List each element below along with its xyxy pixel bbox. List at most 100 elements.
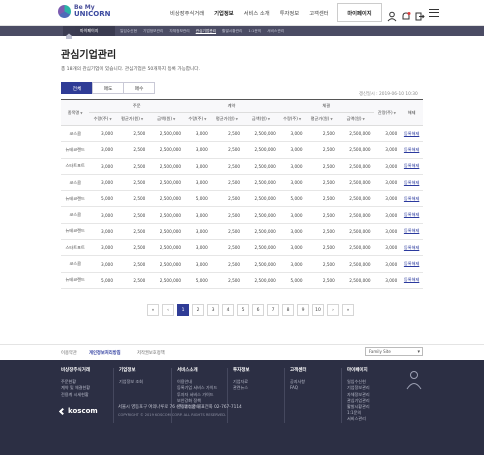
menu-icon[interactable]: [429, 8, 439, 17]
footer-column-title[interactable]: 기업정보: [119, 368, 143, 374]
page-number-button[interactable]: 1: [177, 304, 189, 316]
tab-item[interactable]: 매도: [92, 82, 124, 94]
sort-icon[interactable]: ▼: [236, 117, 238, 121]
sub-header[interactable]: 평균가(원)▼: [305, 112, 338, 126]
cell-qty: 3,000: [278, 158, 306, 175]
footer-column-title[interactable]: 고객센터: [290, 368, 307, 374]
footer-column-title[interactable]: 마이페이지: [347, 368, 370, 374]
menu-item[interactable]: 기업정보: [214, 9, 234, 17]
sort-icon[interactable]: ▼: [204, 117, 206, 121]
cell-qty: 3,000: [89, 239, 116, 257]
footer-column-link[interactable]: 자체정보관리: [347, 392, 370, 398]
menu-item[interactable]: 비상장주식거래: [170, 9, 204, 17]
cell-qty: 3,000: [89, 158, 116, 175]
page-number-button[interactable]: 7: [267, 304, 279, 316]
footer-column-title[interactable]: 투자정보: [233, 368, 250, 374]
sub-header-label: 금액(원): [157, 116, 172, 121]
sub-header[interactable]: 금액(원)▼: [243, 112, 279, 126]
sort-icon[interactable]: ▼: [109, 117, 111, 121]
page-number-button[interactable]: 4: [222, 304, 234, 316]
page-number-button[interactable]: 2: [192, 304, 204, 316]
sub-header[interactable]: 수량(주)▼: [89, 112, 116, 126]
footer-column-link[interactable]: 관련뉴스: [233, 385, 250, 391]
unregister-link[interactable]: 등록해제: [404, 228, 419, 233]
unregister-link[interactable]: 등록해제: [404, 147, 419, 152]
subnav-item[interactable]: 활발시황관리: [222, 29, 242, 34]
page-number-button[interactable]: 6: [252, 304, 264, 316]
footer-column-link[interactable]: 계약 및 체결현황: [61, 385, 90, 391]
page-number-button[interactable]: 5: [237, 304, 249, 316]
footer-link-privacy[interactable]: 개인정보처리방침: [89, 350, 121, 356]
tab-item[interactable]: 매수: [123, 82, 155, 94]
sort-icon[interactable]: ▼: [80, 111, 82, 115]
sub-header[interactable]: 수량(주)▼: [278, 112, 306, 126]
next-page-button[interactable]: ›: [327, 304, 339, 316]
footer-column-link[interactable]: 투자자 서비스 가이드: [177, 392, 217, 398]
page-number-button[interactable]: 9: [297, 304, 309, 316]
cell-remain: 3,000: [373, 190, 401, 208]
menu-item[interactable]: 투자정보: [280, 9, 300, 17]
footer-column-link[interactable]: 전용계 시세현황: [61, 392, 90, 398]
page-number-button[interactable]: 3: [207, 304, 219, 316]
unregister-link[interactable]: 등록해제: [404, 180, 419, 185]
unregister-link[interactable]: 등록해제: [404, 245, 419, 250]
logout-icon[interactable]: [415, 7, 425, 21]
sort-icon[interactable]: ▼: [362, 117, 364, 121]
unregister-link[interactable]: 등록해제: [404, 131, 419, 136]
subnav-item[interactable]: 기업정보관리: [143, 29, 163, 34]
cell-price: 2,500: [210, 158, 244, 175]
last-page-button[interactable]: »: [342, 304, 354, 316]
menu-item[interactable]: 고객센터: [309, 9, 329, 17]
tab-item[interactable]: 전체: [61, 82, 93, 94]
subnav-item[interactable]: 관심기업관리: [196, 29, 216, 34]
first-page-button[interactable]: «: [147, 304, 159, 316]
unregister-link[interactable]: 등록해제: [404, 277, 419, 282]
cell-remain: 3,000: [373, 206, 401, 224]
unregister-link[interactable]: 등록해제: [404, 163, 419, 168]
subnav-item[interactable]: 일임수신현: [120, 29, 137, 34]
footer-link-copyright[interactable]: 저작권보호정책: [137, 350, 165, 356]
user-icon[interactable]: [387, 7, 397, 22]
cell-amount: 2,500,000: [337, 190, 374, 208]
subnav-current[interactable]: 마이페이지: [75, 26, 115, 36]
sub-header[interactable]: 평균가(원)▼: [210, 112, 244, 126]
cell-qty: 3,000: [184, 239, 211, 257]
sort-icon[interactable]: ▼: [330, 117, 332, 121]
sub-header[interactable]: 금액(원)▼: [337, 112, 374, 126]
sort-icon[interactable]: ▼: [394, 111, 396, 115]
sort-icon[interactable]: ▼: [141, 117, 143, 121]
subnav-item[interactable]: 서비스관리: [267, 29, 284, 34]
footer-column-title[interactable]: 서비스소개: [177, 368, 217, 374]
logo[interactable]: Be My UNICORN: [58, 4, 110, 18]
col-company-header[interactable]: 종목명▼: [61, 99, 90, 126]
page-number-button[interactable]: 8: [282, 304, 294, 316]
footer-column-title[interactable]: 비상장주식거래: [61, 368, 90, 374]
footer-column-link[interactable]: 기업정보 조회: [119, 379, 143, 385]
subnav-item[interactable]: 1:1문의: [248, 29, 261, 34]
prev-page-button[interactable]: ‹: [162, 304, 174, 316]
menu-item[interactable]: 서비스 소개: [244, 9, 270, 17]
footer-column-link[interactable]: 등록기업 서비스 가이드: [177, 385, 217, 391]
unregister-link[interactable]: 등록해제: [404, 196, 419, 201]
cell-action: 등록해제: [400, 272, 423, 289]
sort-icon[interactable]: ▼: [299, 117, 301, 121]
footer-column-link[interactable]: FAQ: [290, 385, 307, 391]
footer-column-link[interactable]: 기업정보관리: [347, 385, 370, 391]
bell-icon[interactable]: [401, 7, 411, 20]
footer-link-terms[interactable]: 이용약관: [61, 350, 77, 356]
sub-header[interactable]: 평균가(원)▼: [116, 112, 149, 126]
sub-header[interactable]: 금액(원)▼: [148, 112, 185, 126]
home-icon[interactable]: [63, 26, 75, 39]
unregister-link[interactable]: 등록해제: [404, 212, 419, 217]
family-site-select[interactable]: Family Site: [365, 347, 423, 356]
page-number-button[interactable]: 10: [312, 304, 324, 316]
sub-header[interactable]: 수량(주)▼: [184, 112, 211, 126]
subnav-item[interactable]: 자체정보관리: [169, 29, 189, 34]
col-remain-header[interactable]: 잔량(주)▼: [373, 99, 401, 126]
sort-icon[interactable]: ▼: [173, 117, 175, 121]
mypage-button[interactable]: 마이페이지: [337, 3, 382, 22]
cell-qty: 5,000: [278, 272, 306, 289]
footer-column-link[interactable]: 서비스관리: [347, 416, 370, 422]
unregister-link[interactable]: 등록해제: [404, 261, 419, 266]
sort-icon[interactable]: ▼: [268, 117, 270, 121]
